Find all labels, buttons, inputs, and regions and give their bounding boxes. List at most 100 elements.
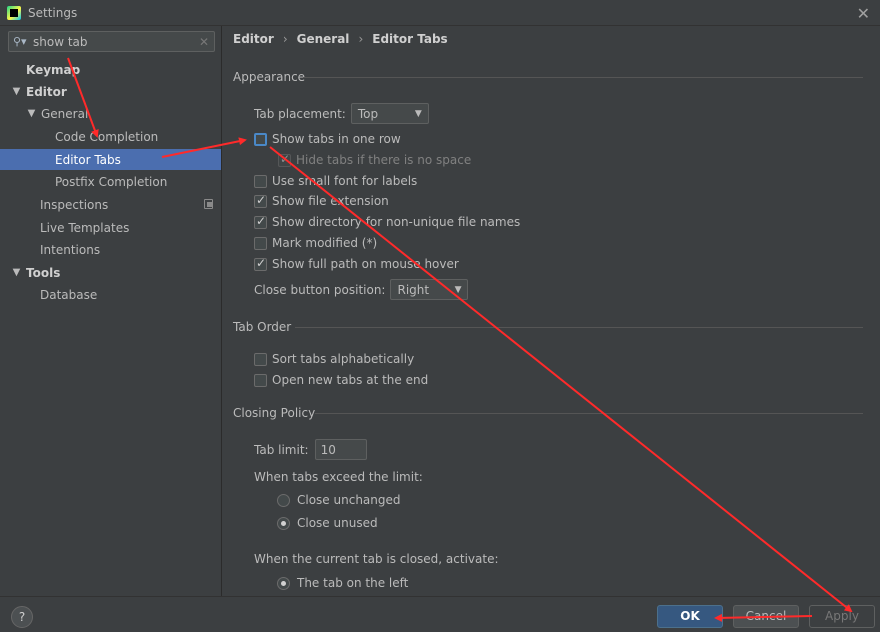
file-extension-row[interactable]: Show file extension (254, 193, 389, 208)
open-at-end-label: Open new tabs at the end (272, 373, 429, 387)
tree-item-keymap[interactable]: Keymap (0, 59, 221, 80)
breadcrumb-separator-icon: › (282, 32, 288, 46)
open-at-end-row[interactable]: Open new tabs at the end (254, 373, 428, 387)
close-button-position-row: Close button position: Right ▼ (254, 279, 469, 300)
breadcrumb: Editor › General › Editor Tabs (233, 32, 448, 46)
tree-item-label: Tools (26, 265, 61, 280)
file-extension-label: Show file extension (272, 194, 389, 208)
mark-modified-row[interactable]: Mark modified (*) (254, 236, 377, 250)
cancel-button[interactable]: Cancel (733, 605, 799, 628)
tree-item-label: Editor (26, 84, 67, 99)
section-title-appearance: Appearance (233, 70, 306, 84)
hide-tabs-no-space-checkbox[interactable] (278, 152, 291, 167)
tree-item-code-completion[interactable]: Code Completion (0, 126, 221, 147)
small-font-label: Use small font for labels (272, 174, 418, 188)
directory-non-unique-label: Show directory for non-unique file names (272, 215, 521, 229)
close-button-position-value: Right (397, 282, 430, 297)
show-tabs-one-row-row[interactable]: Show tabs in one row (254, 132, 401, 146)
full-path-hover-row[interactable]: Show full path on mouse hover (254, 256, 459, 271)
tree-item-label: Editor Tabs (55, 152, 121, 167)
tab-limit-row: Tab limit: 10 (254, 439, 367, 460)
breadcrumb-item-editor: Editor (233, 32, 274, 46)
tree-item-label: Live Templates (40, 220, 130, 235)
tab-placement-value: Top (357, 106, 379, 121)
full-path-hover-label: Show full path on mouse hover (272, 257, 459, 271)
hide-tabs-no-space-row[interactable]: Hide tabs if there is no space (278, 152, 472, 167)
small-font-row[interactable]: Use small font for labels (254, 174, 417, 188)
full-path-hover-checkbox[interactable] (254, 256, 267, 271)
tab-on-left-row[interactable]: The tab on the left (277, 576, 408, 590)
settings-sidebar: ⚲▾ ✕ Keymap ▼ Editor ▼ General Code Comp… (0, 26, 222, 596)
apply-button[interactable]: Apply (809, 605, 875, 628)
close-icon[interactable]: ✕ (857, 4, 870, 23)
close-button-position-label: Close button position: (254, 282, 386, 297)
tab-placement-label: Tab placement: (254, 106, 346, 121)
tree-item-postfix-completion[interactable]: Postfix Completion (0, 171, 221, 192)
tab-on-left-radio[interactable] (277, 576, 290, 590)
breadcrumb-separator-icon: › (358, 32, 364, 46)
breadcrumb-item-general: General (296, 32, 350, 46)
tree-item-editor[interactable]: ▼ Editor (0, 81, 221, 102)
tab-limit-input[interactable]: 10 (314, 439, 367, 460)
sort-alphabetically-label: Sort tabs alphabetically (272, 352, 415, 366)
tree-item-label: Code Completion (55, 129, 159, 144)
section-title-closing-policy: Closing Policy (233, 406, 316, 420)
breadcrumb-item-editor-tabs: Editor Tabs (372, 32, 448, 46)
open-at-end-checkbox[interactable] (254, 373, 267, 387)
settings-search-input[interactable] (33, 34, 196, 49)
chevron-down-icon: ▼ (454, 284, 462, 295)
exceed-label: When tabs exceed the limit: (254, 470, 423, 484)
hide-tabs-no-space-label: Hide tabs if there is no space (296, 153, 472, 167)
section-divider (303, 77, 863, 78)
caret-down-icon[interactable]: ▼ (26, 108, 37, 119)
help-button[interactable]: ? (11, 606, 33, 628)
window-title: Settings (28, 5, 78, 20)
show-tabs-one-row-checkbox[interactable] (254, 132, 267, 146)
ok-button[interactable]: OK (657, 605, 723, 628)
settings-search-box[interactable]: ⚲▾ ✕ (8, 31, 215, 52)
tree-item-label: Keymap (26, 62, 81, 77)
caret-down-icon[interactable]: ▼ (11, 86, 22, 97)
small-font-checkbox[interactable] (254, 174, 267, 188)
mark-modified-label: Mark modified (*) (272, 236, 378, 250)
tab-on-left-label: The tab on the left (297, 576, 409, 590)
directory-non-unique-checkbox[interactable] (254, 214, 267, 229)
file-extension-checkbox[interactable] (254, 193, 267, 208)
close-unchanged-row[interactable]: Close unchanged (277, 493, 401, 507)
closed-activate-label: When the current tab is closed, activate… (254, 552, 499, 566)
tree-item-label: Inspections (40, 197, 109, 212)
directory-non-unique-row[interactable]: Show directory for non-unique file names (254, 214, 521, 229)
section-title-tab-order: Tab Order (233, 320, 292, 334)
close-button-position-select[interactable]: Right ▼ (390, 279, 469, 300)
tree-item-label: Intentions (40, 242, 101, 257)
tree-item-intentions[interactable]: Intentions (0, 239, 221, 260)
project-scope-icon (204, 199, 213, 209)
tree-item-tools[interactable]: ▼ Tools (0, 262, 221, 283)
chevron-down-icon: ▼ (414, 108, 422, 119)
tree-item-database[interactable]: Database (0, 284, 221, 305)
tab-placement-row: Tab placement: Top ▼ (254, 103, 429, 124)
tree-item-general[interactable]: ▼ General (0, 103, 221, 124)
section-divider (295, 327, 863, 328)
tree-item-live-templates[interactable]: Live Templates (0, 217, 221, 238)
close-unchanged-radio[interactable] (277, 493, 290, 507)
clear-search-icon[interactable]: ✕ (196, 35, 212, 49)
tab-placement-select[interactable]: Top ▼ (350, 103, 429, 124)
caret-down-icon[interactable]: ▼ (11, 267, 22, 278)
tree-item-label: Postfix Completion (55, 174, 168, 189)
sort-alphabetically-row[interactable]: Sort tabs alphabetically (254, 352, 414, 366)
close-unused-row[interactable]: Close unused (277, 516, 378, 530)
section-divider (315, 413, 863, 414)
tree-item-label: General (41, 106, 89, 121)
tree-item-editor-tabs[interactable]: Editor Tabs (0, 149, 221, 170)
sort-alphabetically-checkbox[interactable] (254, 352, 267, 366)
search-icon: ⚲▾ (13, 35, 27, 48)
close-unused-label: Close unused (297, 516, 378, 530)
mark-modified-checkbox[interactable] (254, 236, 267, 250)
close-unchanged-label: Close unchanged (297, 493, 401, 507)
pycharm-app-icon (7, 5, 21, 20)
tree-item-inspections[interactable]: Inspections (0, 194, 221, 215)
title-bar: Settings ✕ (0, 0, 880, 26)
dialog-footer: ? OK Cancel Apply (0, 596, 880, 632)
close-unused-radio[interactable] (277, 516, 290, 530)
